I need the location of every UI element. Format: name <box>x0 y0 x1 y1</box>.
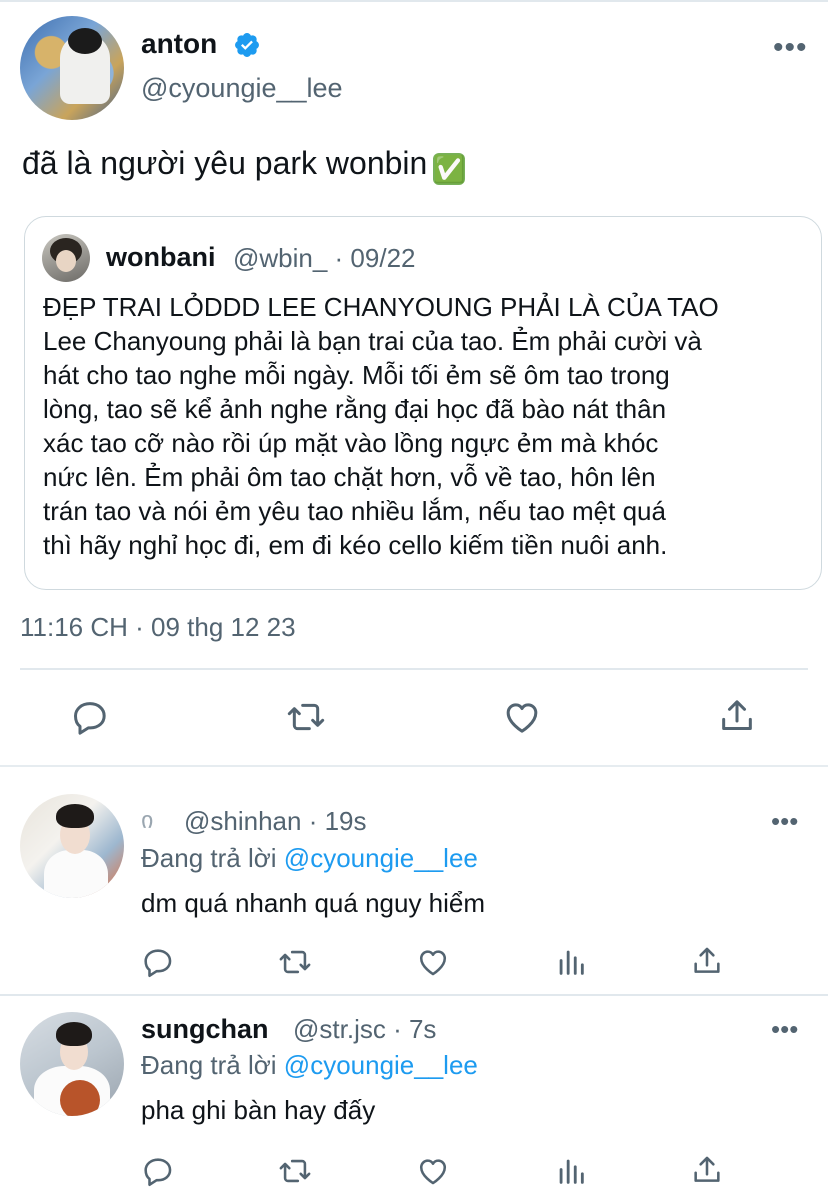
tweet-text: đã là người yêu park wonbin ✅ <box>22 145 466 185</box>
reply-icon[interactable] <box>141 1154 175 1188</box>
replying-prefix: Đang trả lời <box>141 843 277 873</box>
replying-prefix: Đang trả lời <box>141 1050 277 1080</box>
top-divider <box>0 0 828 2</box>
divider <box>0 994 828 996</box>
replying-mention[interactable]: @cyoungie__lee <box>284 843 478 873</box>
quoted-author-name: wonbani <box>106 242 216 272</box>
reply-avatar[interactable] <box>20 794 124 898</box>
reply-author-name[interactable]: sungchan <box>141 1014 269 1045</box>
reply-hidden-name-glyph: ი <box>141 807 154 834</box>
more-icon[interactable]: ••• <box>773 33 808 63</box>
reply-avatar[interactable] <box>20 1012 124 1116</box>
author-avatar[interactable] <box>20 16 124 120</box>
retweet-icon[interactable] <box>284 697 328 737</box>
reply-handle-time[interactable]: @str.jsc · 7s <box>293 1014 436 1045</box>
reply-more-icon[interactable]: ••• <box>771 806 798 837</box>
share-icon[interactable] <box>717 696 757 736</box>
like-icon[interactable] <box>501 697 543 737</box>
reply-icon[interactable] <box>141 945 175 979</box>
retweet-icon[interactable] <box>276 945 314 979</box>
divider <box>20 668 808 670</box>
replying-to: Đang trả lời @cyoungie__lee <box>141 1050 478 1081</box>
section-divider <box>0 765 828 767</box>
quoted-author-avatar <box>42 234 90 282</box>
quoted-tweet-text: ĐẸP TRAI LỎDDD LEE CHANYOUNG PHẢI LÀ CỦA… <box>43 292 719 560</box>
check-emoji: ✅ <box>433 153 466 185</box>
author-name[interactable]: anton <box>141 28 217 60</box>
quoted-author-meta: @wbin_ · 09/22 <box>233 243 416 273</box>
reply-text: dm quá nhanh quá nguy hiểm <box>141 888 486 918</box>
verified-icon <box>235 33 259 57</box>
reply-more-icon[interactable]: ••• <box>771 1014 798 1045</box>
like-icon[interactable] <box>415 1154 451 1188</box>
replying-to: Đang trả lời @cyoungie__lee <box>141 843 478 874</box>
retweet-icon[interactable] <box>276 1154 314 1188</box>
like-icon[interactable] <box>415 945 451 979</box>
author-handle[interactable]: @cyoungie__lee <box>141 73 343 104</box>
share-icon[interactable] <box>690 944 724 978</box>
tweet-text-content: đã là người yêu park wonbin <box>22 145 428 181</box>
analytics-icon[interactable] <box>554 945 588 979</box>
reply-text: pha ghi bàn hay đấy <box>141 1095 376 1125</box>
share-icon[interactable] <box>690 1153 724 1187</box>
analytics-icon[interactable] <box>554 1154 588 1188</box>
tweet-timestamp[interactable]: 11:16 CH · 09 thg 12 23 <box>20 612 296 643</box>
replying-mention[interactable]: @cyoungie__lee <box>284 1050 478 1080</box>
reply-handle-time[interactable]: @shinhan · 19s <box>184 806 367 837</box>
reply-icon[interactable] <box>70 697 110 737</box>
